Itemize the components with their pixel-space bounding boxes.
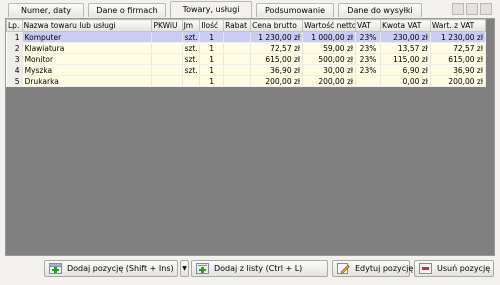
cell-vat[interactable]: 23% (355, 31, 381, 43)
col-header-ilosc[interactable]: Ilość (199, 19, 225, 32)
add-item-label: Dodaj pozycję (Shift + Ins) (67, 264, 174, 273)
table-row[interactable]: 2 Klawiatura szt. 1 72,57 zł 59,00 zł 23… (6, 42, 487, 54)
delete-item-button[interactable]: Usuń pozycję (414, 260, 494, 277)
cell-pkwiu[interactable] (151, 42, 183, 54)
cell-rabat[interactable] (223, 64, 252, 76)
cell-pkwiu[interactable] (151, 75, 183, 87)
cell-rabat[interactable] (223, 42, 252, 54)
table-header: Lp. Nazwa towaru lub usługi PKWiU Jm Ilo… (6, 19, 487, 32)
col-header-vat[interactable]: VAT (355, 19, 381, 32)
cell-cena-brutto[interactable]: 1 230,00 zł (250, 31, 304, 43)
cell-wart-z-vat[interactable]: 36,90 zł (430, 64, 487, 76)
cell-wartosc-netto[interactable]: 500,00 zł (302, 53, 357, 65)
cell-wart-z-vat[interactable]: 615,00 zł (430, 53, 487, 65)
cell-lp: 5 (6, 75, 23, 87)
edit-icon (337, 263, 350, 274)
cell-rabat[interactable] (223, 31, 252, 43)
col-header-wart-z-vat[interactable]: Wart. z VAT (429, 19, 487, 32)
cell-kwota-vat[interactable]: 13,57 zł (380, 42, 431, 54)
cell-qty[interactable]: 1 (199, 53, 225, 65)
add-from-list-label: Dodaj z listy (Ctrl + L) (214, 264, 303, 273)
cell-cena-brutto[interactable]: 200,00 zł (250, 75, 304, 87)
cell-vat[interactable]: 23% (355, 42, 381, 54)
add-from-list-icon (196, 263, 209, 274)
cell-vat[interactable] (355, 75, 381, 87)
cell-jm[interactable]: szt. (182, 31, 201, 43)
cell-kwota-vat[interactable]: 230,00 zł (380, 31, 431, 43)
col-header-kwota-vat[interactable]: Kwota VAT (379, 19, 431, 32)
tab-dane-o-firmach[interactable]: Dane o firmach (88, 3, 166, 17)
close-icon[interactable] (480, 3, 492, 15)
cell-jm[interactable]: szt. (182, 64, 201, 76)
cell-wartosc-netto[interactable]: 1 000,00 zł (302, 31, 357, 43)
cell-cena-brutto[interactable]: 36,90 zł (250, 64, 304, 76)
table-row[interactable]: 5 Drukarka 1 200,00 zł 200,00 zł 0,00 zł… (6, 75, 487, 87)
col-header-pkwiu[interactable]: PKWiU (151, 19, 183, 32)
cell-jm[interactable]: szt. (182, 53, 201, 65)
cell-cena-brutto[interactable]: 72,57 zł (250, 42, 304, 54)
cell-wartosc-netto[interactable]: 30,00 zł (302, 64, 357, 76)
cell-pkwiu[interactable] (151, 64, 183, 76)
col-header-jm[interactable]: Jm (181, 19, 201, 32)
cell-lp: 4 (6, 64, 23, 76)
delete-item-label: Usuń pozycję (437, 264, 491, 273)
cell-wart-z-vat[interactable]: 200,00 zł (430, 75, 487, 87)
cell-qty[interactable]: 1 (199, 75, 225, 87)
cell-name[interactable]: Klawiatura (22, 42, 153, 54)
cell-name[interactable]: Drukarka (22, 75, 153, 87)
cell-pkwiu[interactable] (151, 31, 183, 43)
cell-qty[interactable]: 1 (199, 42, 225, 54)
tab-podsumowanie[interactable]: Podsumowanie (256, 3, 334, 17)
delete-icon (419, 263, 432, 274)
col-header-lp[interactable]: Lp. (6, 19, 23, 32)
cell-lp: 3 (6, 53, 23, 65)
tab-numer-daty[interactable]: Numer, daty (8, 3, 84, 17)
cell-wart-z-vat[interactable]: 1 230,00 zł (430, 31, 487, 43)
cell-vat[interactable]: 23% (355, 64, 381, 76)
cell-lp: 1 (6, 31, 23, 43)
table-row[interactable]: 1 Komputer szt. 1 1 230,00 zł 1 000,00 z… (6, 31, 487, 43)
add-item-icon (49, 263, 62, 274)
add-item-dropdown-arrow[interactable]: ▼ (180, 260, 189, 277)
tab-towary-uslugi[interactable]: Towary, usługi (170, 1, 252, 18)
cell-kwota-vat[interactable]: 115,00 zł (380, 53, 431, 65)
cell-wartosc-netto[interactable]: 59,00 zł (302, 42, 357, 54)
cell-cena-brutto[interactable]: 615,00 zł (250, 53, 304, 65)
cell-wartosc-netto[interactable]: 200,00 zł (302, 75, 357, 87)
add-item-button[interactable]: Dodaj pozycję (Shift + Ins) (44, 260, 178, 277)
col-header-name[interactable]: Nazwa towaru lub usługi (21, 19, 153, 32)
restore-icon[interactable] (452, 3, 464, 15)
tab-bar: Numer, daty Dane o firmach Towary, usług… (0, 0, 500, 18)
col-header-cena-brutto[interactable]: Cena brutto (250, 19, 304, 32)
cell-jm[interactable] (182, 75, 201, 87)
add-from-list-button[interactable]: Dodaj z listy (Ctrl + L) (191, 260, 328, 277)
col-header-rabat[interactable]: Rabat (223, 19, 252, 32)
cell-name[interactable]: Monitor (22, 53, 153, 65)
edit-item-button[interactable]: Edytuj pozycję (332, 260, 414, 277)
maximize-icon[interactable] (466, 3, 478, 15)
cell-qty[interactable]: 1 (199, 31, 225, 43)
cell-qty[interactable]: 1 (199, 64, 225, 76)
edit-item-label: Edytuj pozycję (355, 264, 414, 273)
cell-name[interactable]: Komputer (22, 31, 153, 43)
cell-kwota-vat[interactable]: 6,90 zł (380, 64, 431, 76)
cell-pkwiu[interactable] (151, 53, 183, 65)
window-controls (450, 3, 492, 16)
cell-name[interactable]: Myszka (22, 64, 153, 76)
cell-rabat[interactable] (223, 75, 252, 87)
cell-jm[interactable]: szt. (182, 42, 201, 54)
cell-rabat[interactable] (223, 53, 252, 65)
cell-lp: 2 (6, 42, 23, 54)
items-grid-panel: Lp. Nazwa towaru lub usługi PKWiU Jm Ilo… (5, 18, 495, 256)
col-header-wartosc-netto[interactable]: Wartość netto (302, 19, 357, 32)
table-row[interactable]: 4 Myszka szt. 1 36,90 zł 30,00 zł 23% 6,… (6, 64, 487, 76)
tab-dane-do-wysylki[interactable]: Dane do wysyłki (338, 3, 422, 17)
table-row[interactable]: 3 Monitor szt. 1 615,00 zł 500,00 zł 23%… (6, 53, 487, 65)
items-table: Lp. Nazwa towaru lub usługi PKWiU Jm Ilo… (6, 19, 487, 87)
cell-vat[interactable]: 23% (355, 53, 381, 65)
cell-kwota-vat[interactable]: 0,00 zł (380, 75, 431, 87)
cell-wart-z-vat[interactable]: 72,57 zł (430, 42, 487, 54)
